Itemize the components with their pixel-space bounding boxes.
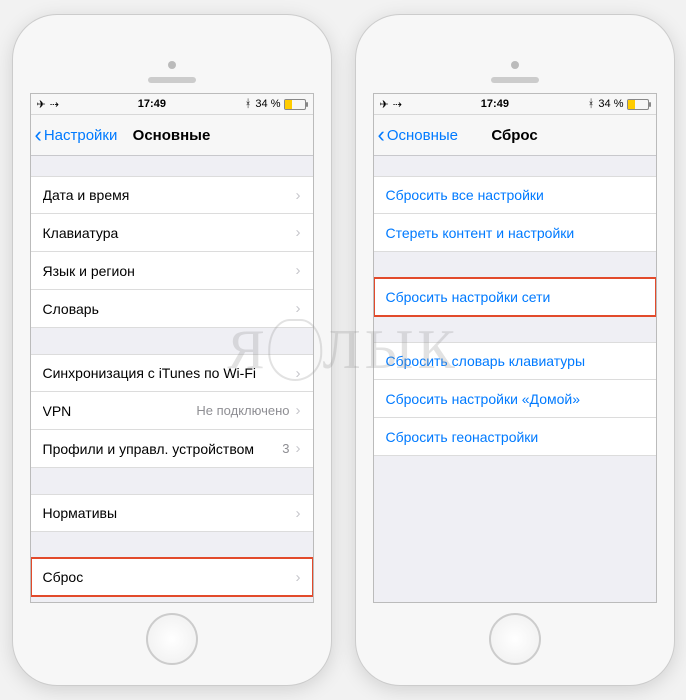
phone-frame-right: ✈ ⇢ 17:49 ᚼ 34 % ‹ Основные Сброс Сброси…	[356, 15, 674, 685]
cell-label: Дата и время	[43, 187, 296, 203]
chevron-right-icon: ›	[296, 505, 301, 522]
airplane-icon: ✈	[380, 98, 389, 111]
cell-label: Синхронизация с iTunes по Wi-Fi	[43, 365, 296, 381]
cell-label: Клавиатура	[43, 225, 296, 241]
cell-label: Профили и управл. устройством	[43, 441, 283, 457]
back-button[interactable]: ‹ Основные	[374, 124, 459, 146]
cell-detail: Не подключено	[196, 403, 289, 418]
battery-pct: 34 %	[255, 98, 280, 110]
list-cell[interactable]: Сбросить все настройки	[374, 176, 656, 214]
status-time: 17:49	[138, 98, 166, 110]
cell-label: Нормативы	[43, 505, 296, 521]
cell-label: VPN	[43, 403, 197, 419]
group-gap	[374, 252, 656, 278]
group-gap	[31, 156, 313, 176]
speaker-slot	[148, 77, 196, 83]
list-cell[interactable]: VPNНе подключено ›	[31, 392, 313, 430]
list-cell[interactable]: Словарь›	[31, 290, 313, 328]
list-cell[interactable]: Язык и регион›	[31, 252, 313, 290]
cell-arrow-icon: ⇢	[393, 98, 402, 111]
group-gap	[31, 468, 313, 494]
phone-top	[356, 15, 674, 93]
cell-label: Сбросить геонастройки	[386, 429, 644, 445]
cell-label: Сброс	[43, 569, 296, 585]
chevron-right-icon: ›	[296, 440, 301, 457]
list-cell[interactable]: Сбросить настройки «Домой»	[374, 380, 656, 418]
airplane-icon: ✈	[37, 98, 46, 111]
battery-icon	[627, 99, 649, 110]
status-bar: ✈ ⇢ 17:49 ᚼ 34 %	[31, 94, 313, 115]
screen-left: ✈ ⇢ 17:49 ᚼ 34 % ‹ Настройки Основные Да…	[30, 93, 314, 603]
chevron-right-icon: ›	[296, 569, 301, 586]
nav-bar: ‹ Настройки Основные	[31, 115, 313, 156]
chevron-left-icon: ‹	[35, 124, 42, 146]
home-button[interactable]	[146, 613, 198, 665]
group-gap	[374, 156, 656, 176]
cell-label: Сбросить настройки «Домой»	[386, 391, 644, 407]
back-label: Основные	[387, 127, 458, 144]
speaker-slot	[491, 77, 539, 83]
group-gap	[31, 532, 313, 558]
list-cell[interactable]: Синхронизация с iTunes по Wi-Fi›	[31, 354, 313, 392]
back-label: Настройки	[44, 127, 118, 144]
group-gap	[374, 316, 656, 342]
battery-icon	[284, 99, 306, 110]
phone-frame-left: ✈ ⇢ 17:49 ᚼ 34 % ‹ Настройки Основные Да…	[13, 15, 331, 685]
cell-label: Стереть контент и настройки	[386, 225, 644, 241]
cell-detail: 3	[282, 441, 289, 456]
bluetooth-icon: ᚼ	[245, 98, 252, 110]
list-cell[interactable]: Сброс›	[31, 558, 313, 596]
status-time: 17:49	[481, 98, 509, 110]
list-cell[interactable]: Нормативы›	[31, 494, 313, 532]
chevron-right-icon: ›	[296, 365, 301, 382]
settings-list: Дата и время›Клавиатура›Язык и регион›Сл…	[31, 156, 313, 596]
group-gap	[31, 328, 313, 354]
cell-arrow-icon: ⇢	[50, 98, 59, 111]
phone-top	[13, 15, 331, 93]
chevron-left-icon: ‹	[378, 124, 385, 146]
chevron-right-icon: ›	[296, 224, 301, 241]
battery-pct: 34 %	[598, 98, 623, 110]
home-button[interactable]	[489, 613, 541, 665]
cell-label: Сбросить словарь клавиатуры	[386, 353, 644, 369]
chevron-right-icon: ›	[296, 262, 301, 279]
list-cell[interactable]: Профили и управл. устройством3 ›	[31, 430, 313, 468]
cell-label: Сбросить настройки сети	[386, 289, 644, 305]
chevron-right-icon: ›	[296, 187, 301, 204]
screen-right: ✈ ⇢ 17:49 ᚼ 34 % ‹ Основные Сброс Сброси…	[373, 93, 657, 603]
list-cell[interactable]: Сбросить настройки сети	[374, 278, 656, 316]
nav-bar: ‹ Основные Сброс	[374, 115, 656, 156]
camera-dot	[168, 61, 176, 69]
chevron-right-icon: ›	[296, 402, 301, 419]
reset-list: Сбросить все настройки Стереть контент и …	[374, 156, 656, 456]
list-cell[interactable]: Дата и время›	[31, 176, 313, 214]
camera-dot	[511, 61, 519, 69]
back-button[interactable]: ‹ Настройки	[31, 124, 118, 146]
list-cell[interactable]: Сбросить геонастройки	[374, 418, 656, 456]
list-cell[interactable]: Клавиатура›	[31, 214, 313, 252]
cell-label: Язык и регион	[43, 263, 296, 279]
status-bar: ✈ ⇢ 17:49 ᚼ 34 %	[374, 94, 656, 115]
list-cell[interactable]: Стереть контент и настройки	[374, 214, 656, 252]
bluetooth-icon: ᚼ	[588, 98, 595, 110]
chevron-right-icon: ›	[296, 300, 301, 317]
cell-label: Сбросить все настройки	[386, 187, 644, 203]
cell-label: Словарь	[43, 301, 296, 317]
list-cell[interactable]: Сбросить словарь клавиатуры	[374, 342, 656, 380]
